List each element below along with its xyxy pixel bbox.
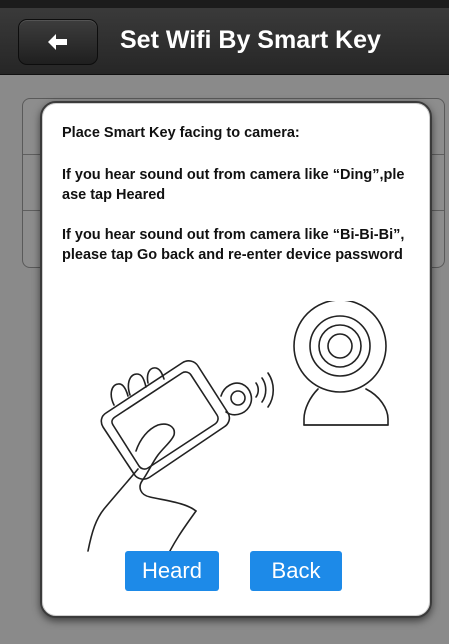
page-title: Set Wifi By Smart Key xyxy=(120,26,381,54)
status-bar xyxy=(0,0,449,8)
back-arrow-icon xyxy=(48,34,67,50)
nav-back-button[interactable] xyxy=(18,19,98,65)
dialog-message-bibibi: If you hear sound out from camera like “… xyxy=(62,227,405,263)
dialog-message-ding: If you hear sound out from camera like “… xyxy=(62,167,405,203)
back-button[interactable]: Back xyxy=(250,551,342,591)
smart-key-camera-illustration xyxy=(87,301,389,564)
smart-key-dialog: Place Smart Key facing to camera: If you… xyxy=(40,101,432,618)
navigation-bar: Set Wifi By Smart Key xyxy=(0,8,449,75)
heard-button[interactable]: Heard xyxy=(125,551,219,591)
dialog-heading: Place Smart Key facing to camera: xyxy=(62,125,300,141)
